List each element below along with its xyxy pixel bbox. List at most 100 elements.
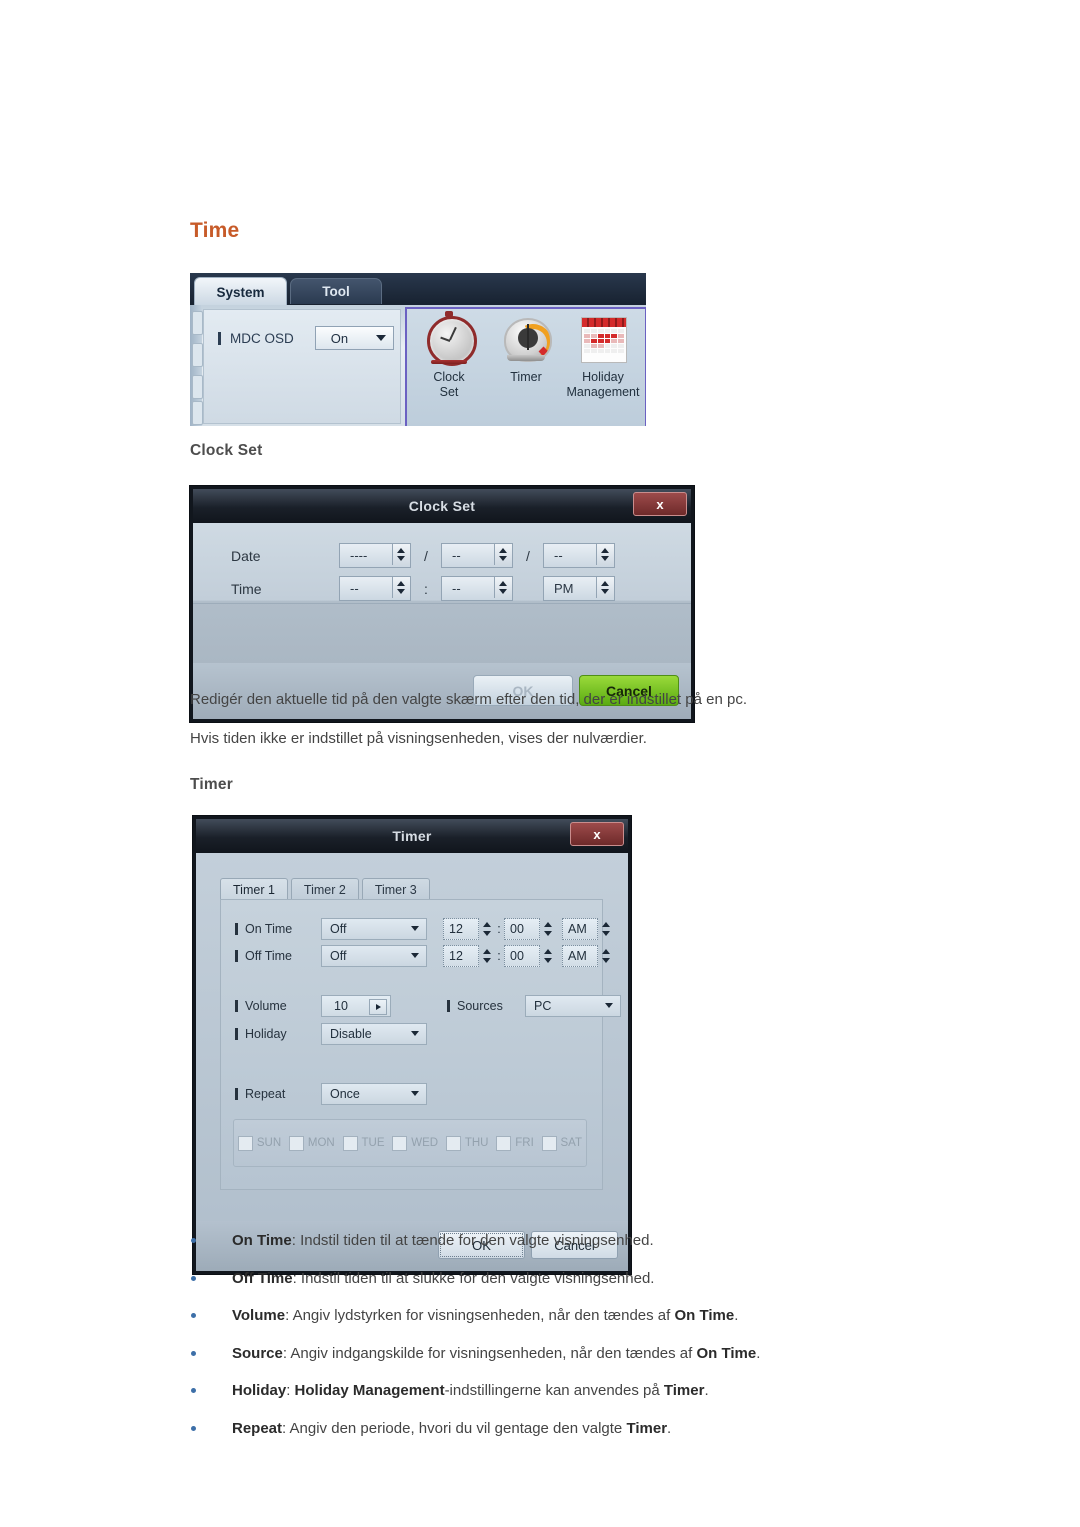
timer-heading: Timer (190, 776, 233, 793)
clock-set-icon (425, 311, 477, 367)
off-time-meridiem-field[interactable]: AM (562, 945, 598, 967)
bullet-term-2: Timer (626, 1419, 668, 1437)
on-time-hour-spinner-icon[interactable] (480, 919, 494, 939)
weekday-thu[interactable]: THU (445, 1135, 489, 1151)
close-icon[interactable]: x (570, 822, 624, 846)
date-month-stepper[interactable]: -- (441, 543, 513, 568)
weekday-sat[interactable]: SAT (541, 1135, 582, 1151)
on-time-state-select[interactable]: Off (321, 918, 427, 940)
timer-tabs: Timer 1 Timer 2 Timer 3 (220, 878, 433, 901)
spinner-arrows-icon[interactable] (494, 577, 512, 598)
bullet-text: : Angiv indgangskilde for visningsenhede… (282, 1344, 697, 1362)
weekday-tue-label: TUE (361, 1137, 385, 1149)
checkbox-icon[interactable] (288, 1135, 304, 1151)
bullet-dot-icon (191, 1350, 196, 1356)
on-time-meridiem-field[interactable]: AM (562, 918, 598, 940)
chevron-down-icon (411, 1031, 419, 1036)
spinner-arrows-icon[interactable] (392, 577, 410, 598)
bullet-term-2: Holiday Management (294, 1382, 445, 1399)
off-time-state-select[interactable]: Off (321, 945, 427, 967)
bullet-dot-icon (191, 1275, 196, 1281)
clock-set-paragraph-2: Hvis tiden ikke er indstillet på visning… (190, 730, 647, 747)
on-time-hour-field[interactable]: 12 (443, 918, 479, 940)
close-icon[interactable]: x (633, 492, 687, 516)
on-time-meridiem-spinner-icon[interactable] (599, 919, 613, 939)
checkbox-icon[interactable] (541, 1135, 557, 1151)
holiday-caption-1: Holiday (582, 370, 624, 384)
weekday-wed[interactable]: WED (392, 1135, 439, 1151)
tab-timer-1[interactable]: Timer 1 (220, 878, 288, 901)
tab-system[interactable]: System (194, 277, 287, 307)
off-time-minute-spinner-icon[interactable] (541, 946, 555, 966)
date-year-stepper[interactable]: ---- (339, 543, 411, 568)
checkbox-icon[interactable] (496, 1135, 512, 1151)
bullet-term: Volume (232, 1307, 286, 1324)
bullet-term-2: On Time (674, 1307, 735, 1324)
on-time-minute-field[interactable]: 00 (504, 918, 540, 940)
off-time-colon: : (497, 949, 501, 963)
weekday-wed-label: WED (411, 1137, 439, 1149)
sources-select[interactable]: PC (525, 995, 621, 1017)
repeat-select[interactable]: Once (321, 1083, 427, 1105)
on-time-label-group: On Time (235, 922, 321, 936)
bullet-text: : Indstil tiden til at tænde for den val… (291, 1232, 654, 1249)
weekday-thu-label: THU (464, 1137, 489, 1149)
clock-set-caption-2: Set (439, 384, 459, 399)
on-time-minute-spinner-icon[interactable] (541, 919, 555, 939)
checkbox-icon[interactable] (392, 1135, 408, 1151)
time-minute-stepper[interactable]: -- (441, 576, 513, 601)
volume-label-group: Volume (235, 999, 321, 1013)
bullet-term-3: Timer (663, 1382, 705, 1399)
mdc-osd-label: MDC OSD (230, 330, 294, 346)
holiday-management-icon (579, 315, 627, 367)
time-row: Time -- : -- PM (231, 576, 615, 601)
weekday-tue[interactable]: TUE (342, 1135, 385, 1151)
off-time-minute-value: 00 (510, 949, 524, 963)
chevron-down-icon (411, 1091, 419, 1096)
label-marker-icon (235, 1028, 238, 1040)
label-marker-icon (235, 1088, 238, 1100)
bullet-dot-icon (191, 1238, 196, 1243)
tab-timer-3[interactable]: Timer 3 (361, 878, 430, 901)
time-separator-1: : (424, 580, 428, 597)
time-meridiem-stepper[interactable]: PM (543, 576, 615, 601)
off-time-meridiem-spinner-icon[interactable] (599, 946, 613, 966)
timer-dialog-body: Timer 1 Timer 2 Timer 3 On Time Off 12:… (196, 853, 628, 1221)
spinner-arrows-icon[interactable] (494, 544, 512, 565)
date-day-stepper[interactable]: -- (543, 543, 615, 568)
holiday-select[interactable]: Disable (321, 1023, 427, 1045)
checkbox-icon[interactable] (342, 1135, 358, 1151)
bullet-tail: . (734, 1307, 739, 1324)
clock-set-button[interactable]: Clock Set (411, 311, 487, 399)
time-label: Time (231, 580, 262, 597)
weekday-mon-label: MON (307, 1137, 335, 1149)
bullet-term: Source (232, 1344, 283, 1362)
tab-tool[interactable]: Tool (290, 278, 382, 304)
list-item: Off Time: Indstil tiden til at slukke fo… (190, 1270, 950, 1288)
spinner-arrows-icon[interactable] (596, 544, 614, 565)
list-item: On Time: Indstil tiden til at tænde for … (190, 1232, 950, 1250)
spinner-arrows-icon[interactable] (392, 544, 410, 565)
label-marker-icon (235, 923, 238, 935)
time-hour-stepper[interactable]: -- (339, 576, 411, 601)
bullet-term: On Time (232, 1232, 292, 1249)
volume-field[interactable]: 10 (321, 995, 391, 1017)
timer-button[interactable]: Timer (488, 315, 564, 385)
volume-increase-icon[interactable] (369, 999, 387, 1015)
off-time-hour-spinner-icon[interactable] (480, 946, 494, 966)
off-time-hour-field[interactable]: 12 (443, 945, 479, 967)
holiday-management-button[interactable]: Holiday Management (562, 315, 644, 399)
chevron-down-icon (411, 926, 419, 931)
timer-1-pane: On Time Off 12 : 00 AM Off Time Off 12:… (220, 899, 621, 1190)
off-time-minute-field[interactable]: 00 (504, 945, 540, 967)
weekday-fri[interactable]: FRI (496, 1135, 534, 1151)
mdc-osd-select[interactable]: On (314, 326, 394, 350)
bullet-term: Holiday (232, 1382, 287, 1399)
checkbox-icon[interactable] (237, 1135, 253, 1151)
tab-timer-2[interactable]: Timer 2 (290, 878, 359, 901)
spinner-arrows-icon[interactable] (596, 577, 614, 598)
checkbox-icon[interactable] (445, 1135, 461, 1151)
weekday-sun[interactable]: SUN (237, 1135, 281, 1151)
on-time-state-value: Off (330, 922, 347, 936)
weekday-mon[interactable]: MON (288, 1135, 335, 1151)
